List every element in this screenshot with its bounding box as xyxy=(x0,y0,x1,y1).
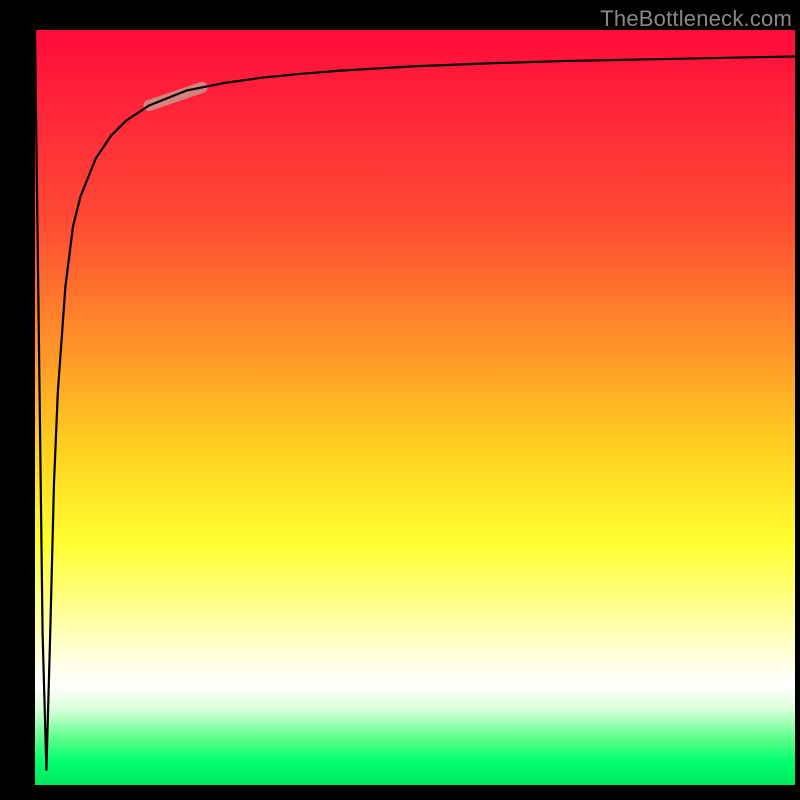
curve-layer xyxy=(35,30,795,785)
watermark-text: TheBottleneck.com xyxy=(600,6,792,32)
plot-area xyxy=(35,30,795,785)
bottleneck-curve xyxy=(35,30,795,770)
chart-frame: TheBottleneck.com xyxy=(0,0,800,800)
